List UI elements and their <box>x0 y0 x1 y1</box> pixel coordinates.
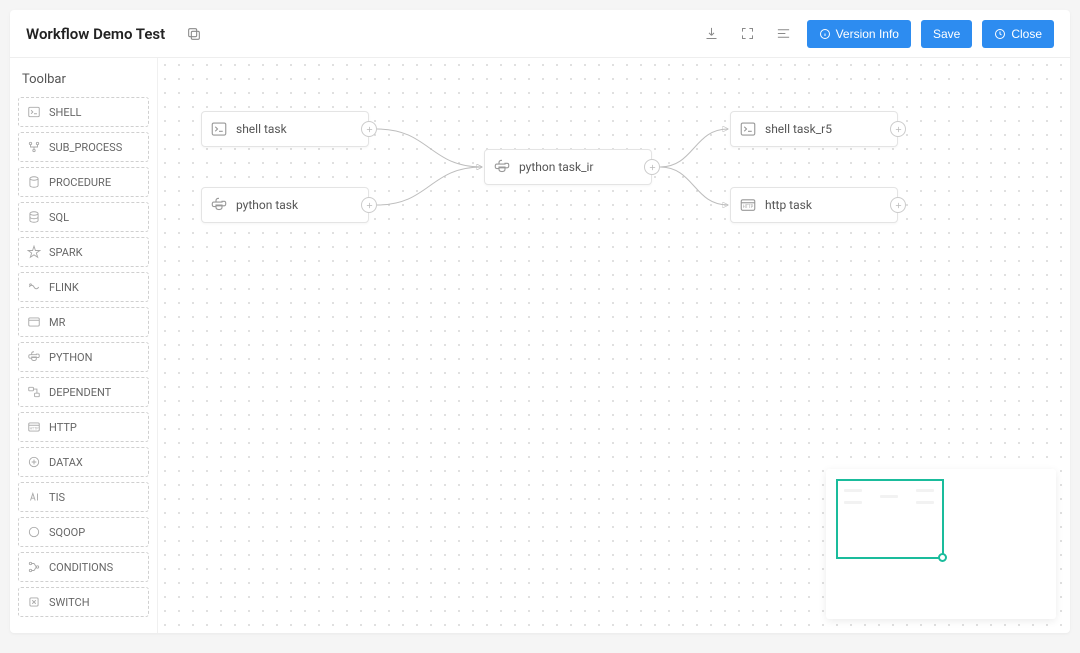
python-icon <box>493 158 511 176</box>
tool-item-dependent[interactable]: DEPENDENT <box>18 377 149 407</box>
tool-item-procedure[interactable]: PROCEDURE <box>18 167 149 197</box>
download-icon[interactable] <box>699 21 725 47</box>
tool-item-label: DATAX <box>49 456 83 469</box>
tis-icon <box>27 490 41 504</box>
node-n3[interactable]: python task_ir <box>484 149 652 185</box>
edge-n3-n5 <box>660 167 728 205</box>
shell-icon <box>27 105 41 119</box>
node-add-output[interactable] <box>644 159 660 175</box>
node-add-output[interactable] <box>890 121 906 137</box>
node-add-output[interactable] <box>361 121 377 137</box>
toolbar-title: Toolbar <box>18 66 149 97</box>
version-info-label: Version Info <box>836 27 899 41</box>
tool-item-label: SQOOP <box>49 526 85 539</box>
tool-item-label: SWITCH <box>49 596 90 609</box>
http-icon: HTTP <box>27 420 41 434</box>
svg-text:HTTP: HTTP <box>30 426 40 430</box>
minimap-viewport[interactable] <box>836 479 944 559</box>
save-button[interactable]: Save <box>921 20 972 48</box>
conditions-icon <box>27 560 41 574</box>
node-n4[interactable]: shell task_r5 <box>730 111 898 147</box>
tool-item-http[interactable]: HTTP HTTP <box>18 412 149 442</box>
node-label: python task <box>236 198 360 212</box>
http-icon: HTTP <box>739 196 757 214</box>
procedure-icon <box>27 175 41 189</box>
save-label: Save <box>933 27 960 41</box>
mr-icon <box>27 315 41 329</box>
tool-item-mr[interactable]: MR <box>18 307 149 337</box>
node-label: shell task_r5 <box>765 122 889 136</box>
edge-n2-n3 <box>377 167 482 205</box>
shell-icon <box>739 120 757 138</box>
node-label: http task <box>765 198 889 212</box>
tool-item-label: HTTP <box>49 421 77 434</box>
sql-icon <box>27 210 41 224</box>
tool-item-label: MR <box>49 316 65 329</box>
switch-icon <box>27 595 41 609</box>
tool-item-flink[interactable]: FLINK <box>18 272 149 302</box>
tool-item-sub_process[interactable]: SUB_PROCESS <box>18 132 149 162</box>
tool-item-label: PROCEDURE <box>49 176 111 189</box>
shell-icon <box>210 120 228 138</box>
tool-item-tis[interactable]: TIS <box>18 482 149 512</box>
header-bar: Workflow Demo Test <box>10 10 1070 58</box>
close-button[interactable]: Close <box>982 20 1054 48</box>
node-add-output[interactable] <box>361 197 377 213</box>
copy-icon[interactable] <box>181 21 207 47</box>
edge-n1-n3 <box>377 129 482 167</box>
tool-item-datax[interactable]: DATAX <box>18 447 149 477</box>
dependent-icon <box>27 385 41 399</box>
node-n5[interactable]: HTTP http task <box>730 187 898 223</box>
datax-icon <box>27 455 41 469</box>
tool-item-switch[interactable]: SWITCH <box>18 587 149 617</box>
tool-item-sqoop[interactable]: SQOOP <box>18 517 149 547</box>
node-n1[interactable]: shell task <box>201 111 369 147</box>
tool-item-conditions[interactable]: CONDITIONS <box>18 552 149 582</box>
tool-item-label: PYTHON <box>49 351 92 364</box>
close-label: Close <box>1011 27 1042 41</box>
page-title: Workflow Demo Test <box>26 25 165 43</box>
svg-text:HTTP: HTTP <box>743 205 754 210</box>
tool-item-label: CONDITIONS <box>49 561 113 574</box>
sqoop-icon <box>27 525 41 539</box>
workflow-canvas[interactable]: shell task python task python task_ir shell… <box>158 58 1070 633</box>
python-icon <box>27 350 41 364</box>
tool-item-label: DEPENDENT <box>49 386 111 399</box>
tool-item-sql[interactable]: SQL <box>18 202 149 232</box>
tool-item-label: SPARK <box>49 246 83 259</box>
node-label: shell task <box>236 122 360 136</box>
python-icon <box>210 196 228 214</box>
edge-n3-n4 <box>660 129 728 167</box>
tool-item-label: SQL <box>49 211 69 224</box>
minimap-resize-handle[interactable] <box>938 553 947 562</box>
tool-item-label: FLINK <box>49 281 79 294</box>
tool-item-label: SUB_PROCESS <box>49 141 122 154</box>
sub_process-icon <box>27 140 41 154</box>
spark-icon <box>27 245 41 259</box>
node-label: python task_ir <box>519 160 643 174</box>
node-n2[interactable]: python task <box>201 187 369 223</box>
version-info-button[interactable]: Version Info <box>807 20 911 48</box>
flink-icon <box>27 280 41 294</box>
minimap[interactable] <box>826 469 1056 619</box>
toolbar-sidebar: Toolbar SHELL SUB_PROCESS PROCEDURE SQL SPAR… <box>10 58 158 633</box>
node-add-output[interactable] <box>890 197 906 213</box>
tool-item-spark[interactable]: SPARK <box>18 237 149 267</box>
format-icon[interactable] <box>771 21 797 47</box>
tool-item-shell[interactable]: SHELL <box>18 97 149 127</box>
tool-item-python[interactable]: PYTHON <box>18 342 149 372</box>
tool-item-label: TIS <box>49 491 65 504</box>
fullscreen-icon[interactable] <box>735 21 761 47</box>
tool-item-label: SHELL <box>49 106 81 119</box>
